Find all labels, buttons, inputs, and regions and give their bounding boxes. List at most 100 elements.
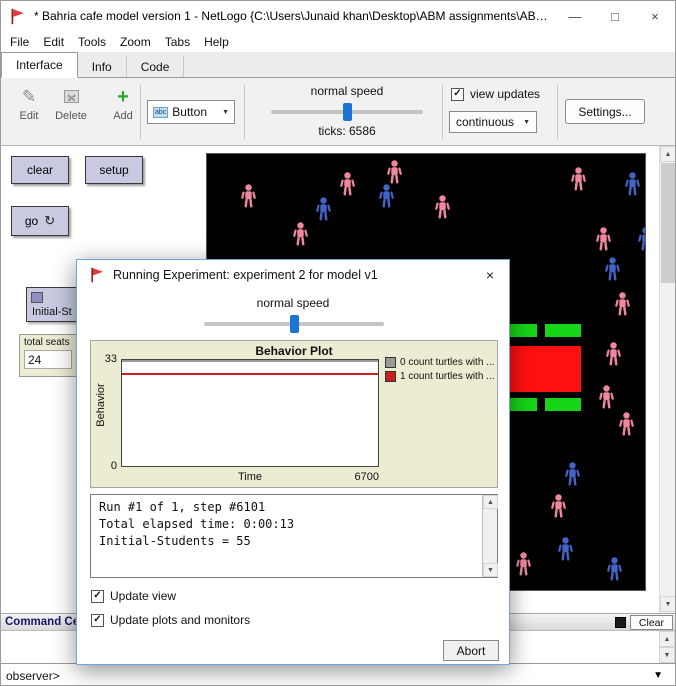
widget-type-label: Button [172, 105, 207, 119]
y-axis-label: Behavior [95, 365, 107, 445]
experiment-output-area: Run #1 of 1, step #6101Total elapsed tim… [90, 494, 498, 578]
menu-zoom[interactable]: Zoom [113, 35, 158, 49]
add-tool-label: Add [113, 110, 133, 122]
menu-file[interactable]: File [3, 35, 36, 49]
legend-item: 1 count turtles with ... [385, 371, 497, 382]
title-bar: * Bahria cafe model version 1 - NetLogo … [1, 1, 675, 31]
scroll-down-icon[interactable]: ▼ [660, 596, 676, 612]
update-plots-checkbox[interactable]: ✓ Update plots and monitors [91, 613, 250, 627]
scroll-up-icon[interactable]: ▲ [659, 631, 675, 647]
close-button[interactable]: × [635, 1, 675, 31]
window-title: * Bahria cafe model version 1 - NetLogo … [34, 9, 555, 23]
setup-button[interactable]: setup [85, 156, 143, 184]
update-mode-dropdown[interactable]: continuous ▼ [449, 111, 537, 133]
speed-slider[interactable] [271, 110, 423, 114]
green-seat [545, 324, 581, 337]
behavior-plot-widget: Behavior Plot 33 0 Behavior Time 6700 0 … [90, 340, 498, 488]
plot-series-line [122, 360, 378, 362]
person-turtle [292, 222, 309, 246]
behavior-plot-canvas [121, 359, 379, 467]
update-view-checkbox[interactable]: ✓ Update view [91, 589, 176, 603]
add-tool-button[interactable]: + Add [101, 86, 145, 138]
monitor-label: total seats [24, 337, 76, 348]
menu-tools[interactable]: Tools [71, 35, 113, 49]
person-turtle [570, 167, 587, 191]
delete-tool-label: Delete [55, 110, 87, 122]
context-dropdown-icon[interactable]: ▼ [653, 670, 663, 681]
toolbar: ✎ Edit Delete + Add abc Button ▼ normal … [1, 78, 675, 146]
menu-edit[interactable]: Edit [36, 35, 71, 49]
menu-bar: FileEditToolsZoomTabsHelp [1, 31, 675, 52]
scrollbar-thumb[interactable] [661, 163, 675, 283]
scroll-down-icon[interactable]: ▼ [483, 563, 498, 577]
tab-interface[interactable]: Interface [1, 52, 78, 78]
menu-help[interactable]: Help [197, 35, 236, 49]
clear-output-button[interactable]: Clear [630, 615, 673, 630]
person-turtle [595, 227, 612, 251]
person-turtle [564, 462, 581, 486]
minimize-button[interactable]: — [555, 1, 595, 31]
output-line: Run #1 of 1, step #6101 [99, 499, 474, 516]
person-turtle [618, 412, 635, 436]
abort-button[interactable]: Abort [443, 640, 499, 661]
plus-icon: + [117, 86, 129, 108]
person-turtle [557, 537, 574, 561]
output-line: Total elapsed time: 0:00:13 [99, 516, 474, 533]
person-turtle [598, 385, 615, 409]
person-turtle [339, 172, 356, 196]
person-turtle [550, 494, 567, 518]
person-turtle [315, 197, 332, 221]
plot-title: Behavior Plot [91, 344, 497, 358]
scroll-down-icon[interactable]: ▼ [659, 647, 675, 663]
output-scrollbar: ▲ ▼ [482, 495, 497, 577]
red-seat [507, 346, 581, 392]
dialog-close-button[interactable]: × [471, 260, 509, 290]
edit-tool-button[interactable]: ✎ Edit [7, 86, 51, 138]
command-center-icon[interactable] [615, 617, 626, 628]
green-seat [507, 324, 537, 337]
dialog-title-bar: Running Experiment: experiment 2 for mod… [77, 260, 509, 290]
toolbar-separator [557, 85, 558, 139]
tab-bar: InterfaceInfoCode [1, 52, 675, 78]
total-seats-monitor: total seats 24 [19, 334, 77, 377]
legend-swatch [385, 357, 396, 368]
menu-tabs[interactable]: Tabs [158, 35, 197, 49]
y-axis-max-tick: 33 [93, 353, 117, 365]
speed-slider-handle[interactable] [343, 103, 352, 121]
view-updates-label: view updates [470, 87, 540, 101]
widget-type-dropdown[interactable]: abc Button ▼ [147, 100, 235, 124]
settings-button[interactable]: Settings... [565, 99, 645, 124]
update-view-label: Update view [110, 589, 176, 603]
y-axis-min-tick: 0 [93, 460, 117, 472]
tab-code[interactable]: Code [127, 56, 185, 78]
person-turtle [240, 184, 257, 208]
delete-icon [64, 90, 79, 103]
scroll-up-icon[interactable]: ▲ [483, 495, 498, 509]
scroll-up-icon[interactable]: ▲ [660, 146, 676, 162]
green-seat [507, 398, 537, 411]
person-turtle [637, 227, 646, 251]
tab-info[interactable]: Info [78, 56, 127, 78]
x-axis-max-tick: 6700 [329, 471, 379, 483]
output-line: Initial-Students = 55 [99, 533, 474, 550]
ticks-counter: ticks: 6586 [259, 124, 435, 138]
delete-tool-button[interactable]: Delete [49, 86, 93, 138]
netlogo-window: * Bahria cafe model version 1 - NetLogo … [0, 0, 676, 686]
speed-label: normal speed [259, 84, 435, 98]
dialog-speed-label: normal speed [77, 296, 509, 310]
dialog-speed-slider-handle[interactable] [290, 315, 299, 333]
legend-label: 0 count turtles with ... [400, 357, 495, 368]
person-turtle [434, 195, 451, 219]
legend-item: 0 count turtles with ... [385, 357, 497, 368]
clear-button[interactable]: clear [11, 156, 69, 184]
command-input-line[interactable]: observer> ▼ [1, 663, 675, 686]
go-button-label: go [25, 214, 38, 228]
view-updates-checkbox[interactable]: ✓ view updates [451, 87, 540, 101]
legend-swatch [385, 371, 396, 382]
slider-handle[interactable] [31, 292, 43, 303]
maximize-button[interactable]: □ [595, 1, 635, 31]
toolbar-separator [244, 85, 245, 139]
dialog-speed-slider[interactable] [204, 322, 384, 326]
go-button[interactable]: go ↻ [11, 206, 69, 236]
person-turtle [515, 552, 532, 576]
